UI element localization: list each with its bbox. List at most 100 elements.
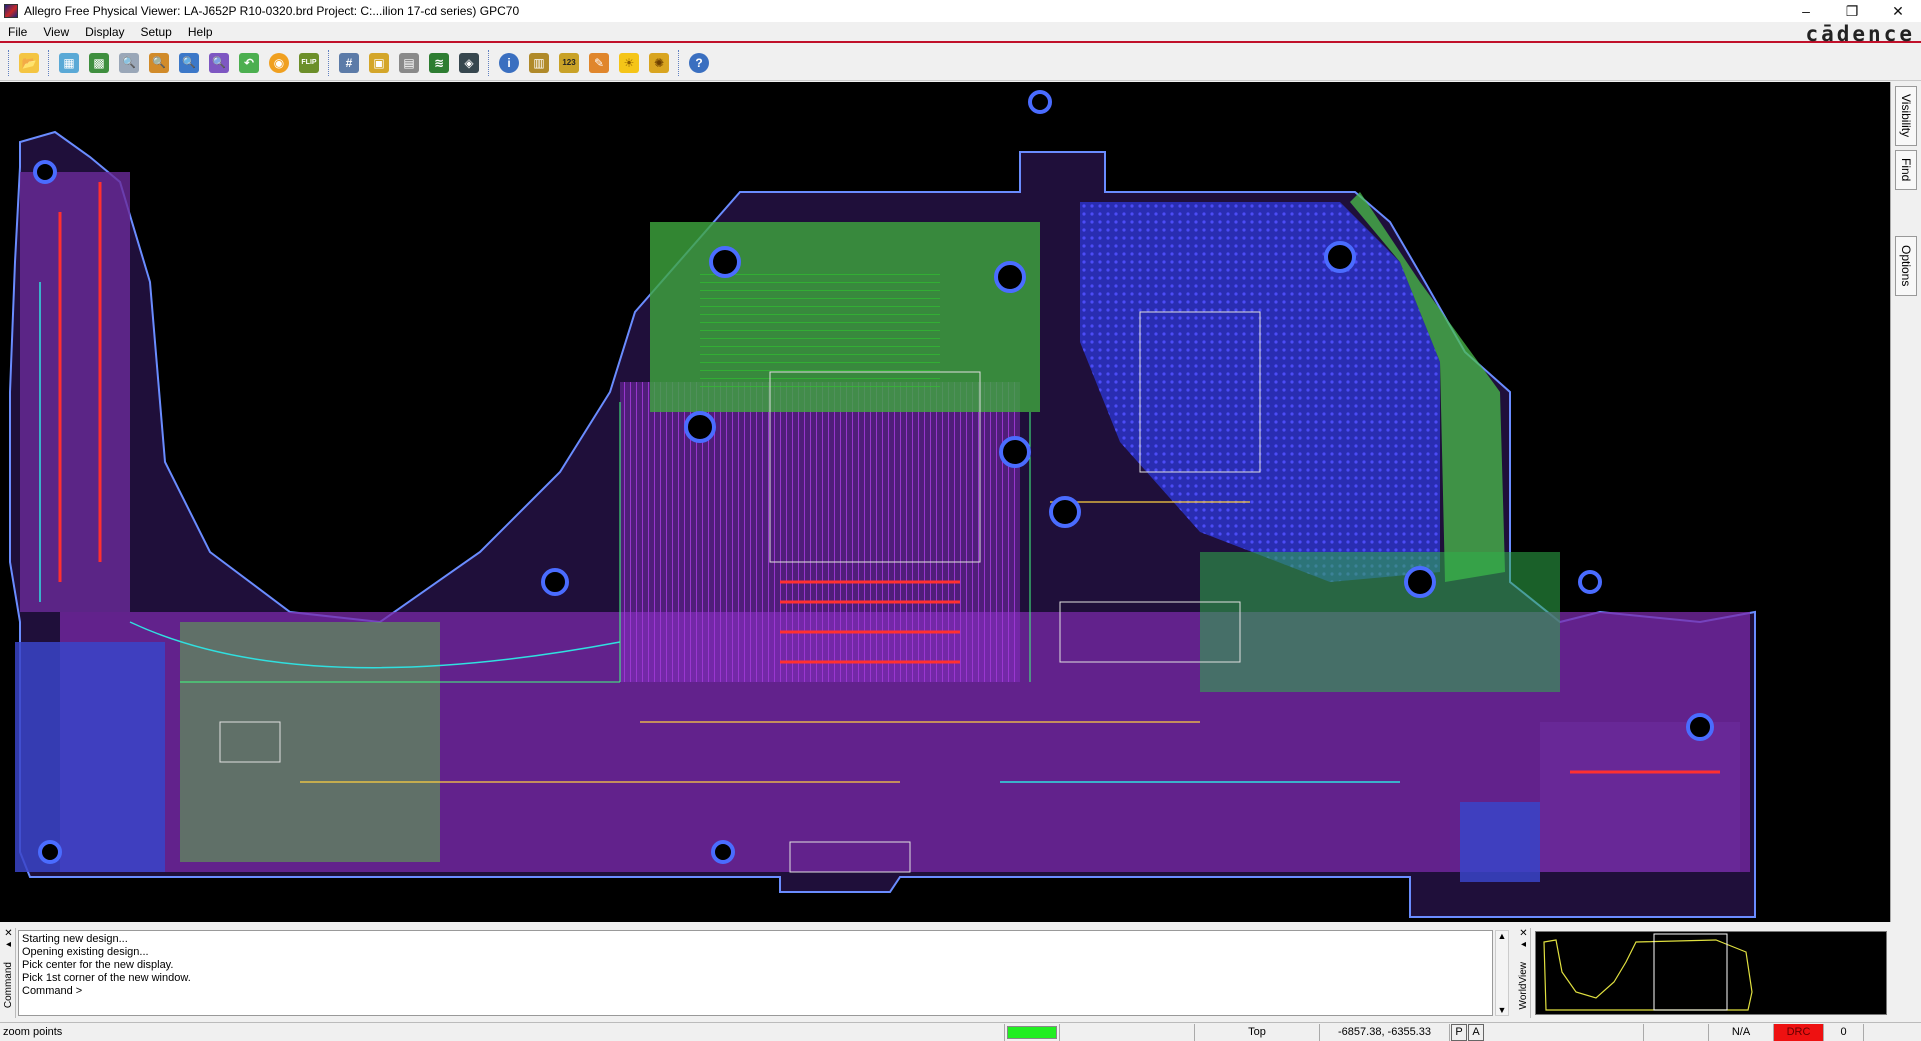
worldview-panel: ✕ ◂ WorldView [1515,928,1890,1018]
grid-icon: # [339,52,359,73]
zoom-fit-icon: ▦ [59,52,79,73]
command-panel: ✕ ◂ Command Starting new design... Openi… [0,928,1510,1018]
pcb-board-view[interactable] [0,82,1890,922]
status-ready-light [1007,1025,1057,1039]
command-scrollbar[interactable]: ▲ ▼ [1495,930,1509,1016]
status-spacer [1644,1023,1709,1041]
toolbar: 📂 ▦ ▩ 🔍 🔍 🔍 🔍 ↶ ◉ FLIP # ▣ ▤ ≋ ◈ i ▥ 123… [0,45,1921,81]
command-line: Opening existing design... [22,946,149,958]
scroll-up-icon[interactable]: ▲ [1498,931,1507,941]
menu-display[interactable]: Display [77,25,132,39]
active-layer[interactable]: Top [1195,1023,1320,1041]
green-trace-block [700,272,940,392]
tab-visibility[interactable]: Visibility [1895,86,1917,146]
worldview-panel-handle[interactable]: ✕ ◂ WorldView [1517,928,1531,1018]
tab-options-label: Options [1899,245,1913,287]
design-canvas[interactable] [0,82,1890,922]
zoom-points-button[interactable]: 🔍 [116,50,142,76]
info-icon: i [499,52,519,73]
zoom-points-icon: 🔍 [119,52,139,73]
cursor-coordinates: -6857.38, -6355.33 [1320,1023,1450,1041]
allegro-app-icon [4,4,18,18]
command-prompt[interactable]: Command > [22,985,1489,998]
copper-fill-blue-bottom [1460,802,1540,882]
grid-button[interactable]: # [336,50,362,76]
toolbar-separator [488,49,490,76]
menu-view[interactable]: View [35,25,77,39]
drc-indicator[interactable]: DRC [1774,1023,1824,1041]
layers-button[interactable]: ▤ [396,50,422,76]
shadow-icon: ☀ [619,52,639,73]
shadow-button[interactable]: ☀ [616,50,642,76]
menu-setup[interactable]: Setup [133,25,180,39]
status-na: N/A [1709,1023,1774,1041]
info-button[interactable]: i [496,50,522,76]
report-button[interactable]: ▥ [526,50,552,76]
redraw-button[interactable]: ◉ [266,50,292,76]
zoom-window-icon: 🔍 [149,52,169,73]
absolute-toggle[interactable]: A [1468,1023,1484,1041]
toolbar-separator [328,49,330,76]
highlight-icon: ✎ [589,52,609,73]
status-spacer [1484,1023,1644,1041]
zoom-out-icon: 🔍 [209,52,229,73]
worldview-map[interactable] [1535,931,1887,1015]
close-icon[interactable]: ✕ [4,928,12,939]
flip-button[interactable]: FLIP [296,50,322,76]
menu-file[interactable]: File [0,25,35,39]
pin-icon[interactable]: ◂ [1521,939,1526,950]
help-button[interactable]: ? [686,50,712,76]
zoom-in-button[interactable]: 🔍 [176,50,202,76]
measure-button[interactable]: 123 [556,50,582,76]
command-line: Starting new design... [22,933,128,945]
command-panel-handle[interactable]: ✕ ◂ Command [2,928,16,1018]
zoom-out-button[interactable]: 🔍 [206,50,232,76]
command-output[interactable]: Starting new design... Opening existing … [18,930,1493,1016]
tab-visibility-label: Visibility [1899,94,1913,138]
highlight-button[interactable]: ✎ [586,50,612,76]
zoom-world-icon: ▩ [89,52,109,73]
copper-fill-green-left [180,622,440,862]
menu-bar: File View Display Setup Help cādence [0,22,1921,46]
redraw-icon: ◉ [269,52,289,73]
scroll-down-icon[interactable]: ▼ [1498,1005,1507,1015]
open-folder-icon: 📂 [19,52,39,73]
title-bar: Allegro Free Physical Viewer: LA-J652P R… [0,0,1921,22]
zoom-in-icon: 🔍 [179,52,199,73]
side-panel-tabs: Visibility Find Options [1890,82,1921,922]
window-title: Allegro Free Physical Viewer: LA-J652P R… [24,4,520,18]
zoom-previous-icon: ↶ [239,52,259,73]
pick-toggle[interactable]: P [1451,1023,1467,1041]
close-button[interactable]: ✕ [1875,0,1921,22]
bottom-right-area [1540,722,1740,872]
cadence-logo: cādence [1805,22,1915,46]
3d-view-button[interactable]: ◈ [456,50,482,76]
left-connector-area [20,172,130,612]
menu-help[interactable]: Help [180,25,221,39]
status-bar: zoom points Top -6857.38, -6355.33 P A N… [0,1022,1921,1041]
worldview-board-outline [1543,933,1753,1011]
zoom-world-button[interactable]: ▩ [86,50,112,76]
tab-find-label: Find [1899,158,1913,182]
help-icon: ? [689,52,709,73]
3d-view-icon: ◈ [459,52,479,73]
pin-icon[interactable]: ◂ [6,939,11,950]
open-button[interactable]: 📂 [16,50,42,76]
zoom-window-button[interactable]: 🔍 [146,50,172,76]
copper-fill-blue-left [15,642,165,872]
flip-icon: FLIP [299,52,319,73]
minimize-button[interactable]: – [1783,0,1829,22]
tab-find[interactable]: Find [1895,150,1917,190]
zoom-fit-button[interactable]: ▦ [56,50,82,76]
color-button[interactable]: ▣ [366,50,392,76]
zoom-previous-button[interactable]: ↶ [236,50,262,76]
routing-area-overlay [620,382,1020,682]
dehighlight-button[interactable]: ✺ [646,50,672,76]
copper-fill-green-mid [1200,552,1560,692]
stack-button[interactable]: ≋ [426,50,452,76]
restore-button[interactable]: ❐ [1829,0,1875,22]
close-icon[interactable]: ✕ [1519,928,1527,939]
status-spacer [1060,1023,1195,1041]
worldview-panel-label: WorldView [1518,962,1529,1010]
tab-options[interactable]: Options [1895,236,1917,296]
